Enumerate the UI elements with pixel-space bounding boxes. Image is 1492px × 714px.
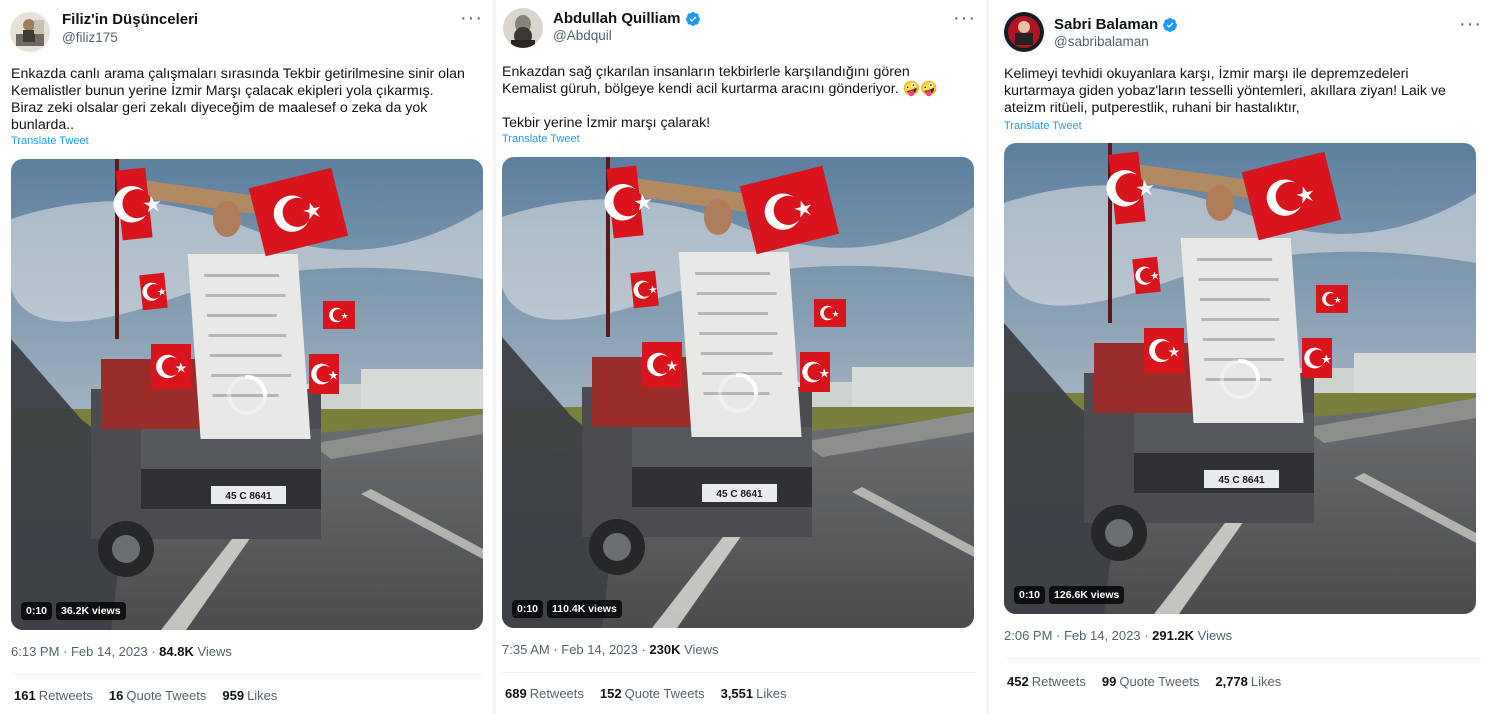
tweet-timestamp[interactable]: 6:13 PM · Feb 14, 2023 · 84.8K Views xyxy=(11,644,232,659)
tweet-text: Kelimeyi tevhidi okuyanlara karşı, İzmir… xyxy=(1004,66,1446,116)
video-duration: 0:10 xyxy=(1014,586,1046,604)
loading-spinner-icon xyxy=(714,369,762,417)
likes-stat[interactable]: 959 Likes xyxy=(222,688,277,703)
column-separator xyxy=(986,0,989,714)
translate-tweet-link[interactable]: Translate Tweet xyxy=(11,135,89,147)
more-icon[interactable]: ··· xyxy=(953,8,976,28)
more-icon[interactable]: ··· xyxy=(460,8,483,28)
tweet-card: Filiz'in Düşünceleri @filiz175 ··· Enkaz… xyxy=(0,0,493,714)
video-duration: 0:10 xyxy=(21,602,53,620)
display-name[interactable]: Sabri Balaman xyxy=(1054,16,1158,33)
views-count: 230K xyxy=(649,642,681,657)
retweets-stat[interactable]: 689 Retweets xyxy=(505,686,584,701)
loading-spinner-icon xyxy=(1216,355,1264,403)
display-name[interactable]: Filiz'in Düşünceleri xyxy=(62,11,198,28)
likes-stat[interactable]: 3,551 Likes xyxy=(721,686,787,701)
translate-tweet-link[interactable]: Translate Tweet xyxy=(1004,120,1082,132)
video-view-count: 126.6K views xyxy=(1049,586,1125,604)
user-handle[interactable]: @Abdquil xyxy=(553,28,612,43)
engagement-stats: 161 Retweets 16 Quote Tweets 959 Likes xyxy=(14,688,277,703)
video-view-count: 110.4K views xyxy=(547,600,622,618)
retweets-stat[interactable]: 161 Retweets xyxy=(14,688,93,703)
avatar[interactable] xyxy=(1004,12,1044,52)
engagement-stats: 689 Retweets 152 Quote Tweets 3,551 Likes xyxy=(505,686,787,701)
display-name[interactable]: Abdullah Quilliam xyxy=(553,10,681,27)
video-view-count: 36.2K views xyxy=(56,602,126,620)
quote-tweets-stat[interactable]: 152 Quote Tweets xyxy=(600,686,705,701)
user-handle[interactable]: @filiz175 xyxy=(62,30,118,45)
quote-tweets-stat[interactable]: 99 Quote Tweets xyxy=(1102,674,1199,689)
avatar[interactable] xyxy=(10,12,50,52)
views-count: 291.2K xyxy=(1152,628,1195,643)
translate-tweet-link[interactable]: Translate Tweet xyxy=(502,133,580,145)
svg-text:45 C 8641: 45 C 8641 xyxy=(1218,475,1265,486)
tweet-text: Enkazda canlı arama çalışmaları sırasınd… xyxy=(11,66,465,133)
video-player[interactable]: 45 C 8641 xyxy=(1004,143,1476,614)
more-icon[interactable]: ··· xyxy=(1459,14,1482,34)
verified-badge-icon xyxy=(1163,17,1178,32)
svg-text:45 C 8641: 45 C 8641 xyxy=(225,491,272,502)
loading-spinner-icon xyxy=(223,371,271,419)
verified-badge-icon xyxy=(685,11,700,26)
tweet-text: Enkazdan sağ çıkarılan insanların tekbir… xyxy=(502,64,938,131)
engagement-stats: 452 Retweets 99 Quote Tweets 2,778 Likes xyxy=(1007,674,1281,689)
video-player[interactable]: 45 C 8641 xyxy=(502,157,974,628)
avatar[interactable] xyxy=(503,8,543,48)
tweet-card: Abdullah Quilliam @Abdquil ··· Enkazdan … xyxy=(496,0,986,714)
svg-text:45 C 8641: 45 C 8641 xyxy=(716,489,763,500)
user-handle[interactable]: @sabribalaman xyxy=(1054,34,1149,49)
tweet-card: Sabri Balaman @sabribalaman ··· Kelimeyi… xyxy=(993,0,1492,714)
tweet-timestamp[interactable]: 2:06 PM · Feb 14, 2023 · 291.2K Views xyxy=(1004,628,1232,643)
video-player[interactable]: 45 C 8641 xyxy=(11,159,483,630)
likes-stat[interactable]: 2,778 Likes xyxy=(1215,674,1281,689)
retweets-stat[interactable]: 452 Retweets xyxy=(1007,674,1086,689)
views-count: 84.8K xyxy=(159,644,194,659)
quote-tweets-stat[interactable]: 16 Quote Tweets xyxy=(109,688,206,703)
divider xyxy=(502,672,976,673)
divider xyxy=(11,674,483,675)
video-duration: 0:10 xyxy=(512,600,544,618)
divider xyxy=(1004,658,1482,659)
tweet-timestamp[interactable]: 7:35 AM · Feb 14, 2023 · 230K Views xyxy=(502,642,719,657)
